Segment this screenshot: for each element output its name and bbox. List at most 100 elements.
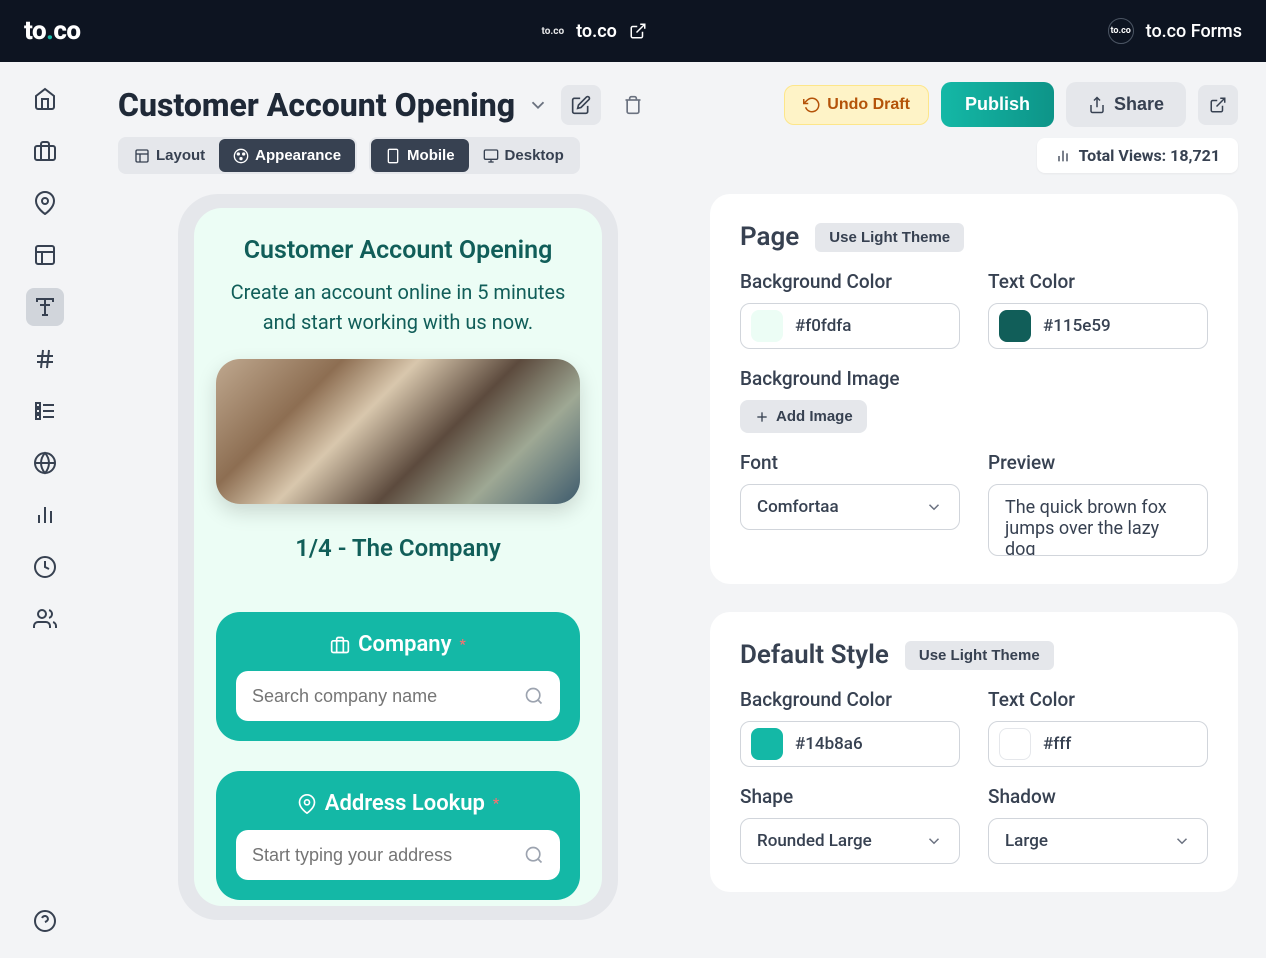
page-panel-title: Page [740,222,799,252]
company-card: Company * [216,612,580,741]
hero-image [216,359,580,504]
font-preview: The quick brown fox jumps over the lazy … [988,484,1208,556]
shadow-label: Shadow [988,785,1208,808]
text-color-value: #115e59 [1043,316,1111,336]
phone-frame: Customer Account Opening Create an accou… [178,194,618,920]
add-image-button[interactable]: Add Image [740,400,867,433]
form-title: Customer Account Opening [216,236,580,265]
company-input-wrap[interactable] [236,671,560,721]
shape-value: Rounded Large [757,831,872,851]
tab-layout-label: Layout [156,147,205,164]
font-label: Font [740,451,960,474]
page-title: Customer Account Opening [118,86,515,124]
style-text-swatch [999,728,1031,760]
chevron-down-icon [925,498,943,516]
address-input-wrap[interactable] [236,830,560,880]
shadow-select[interactable]: Large [988,818,1208,864]
address-input[interactable] [252,845,514,866]
nav-users[interactable] [26,600,64,638]
company-input[interactable] [252,686,514,707]
content: Customer Account Opening Undo Draft Publ… [90,62,1266,958]
required-icon: * [493,796,499,812]
nav-forms[interactable] [26,288,64,326]
total-views: Total Views: 18,721 [1037,138,1238,173]
text-color-input[interactable]: #115e59 [988,303,1208,349]
search-icon [524,845,544,865]
preview-label: Preview [988,451,1208,474]
style-text-value: #fff [1043,734,1071,754]
shadow-value: Large [1005,831,1048,851]
bg-swatch [751,310,783,342]
app-name: to.co Forms [1146,21,1242,42]
nav-globe[interactable] [26,444,64,482]
device-segment: Mobile Desktop [369,137,580,174]
nav-briefcase[interactable] [26,132,64,170]
tab-layout[interactable]: Layout [120,139,219,172]
share-label: Share [1114,94,1164,115]
delete-button[interactable] [613,85,653,125]
address-label: Address Lookup * [236,791,560,816]
share-button[interactable]: Share [1066,82,1186,127]
shape-select[interactable]: Rounded Large [740,818,960,864]
shape-label: Shape [740,785,960,808]
page-panel: Page Use Light Theme Background Color #f… [710,194,1238,584]
style-panel-title: Default Style [740,640,889,670]
external-link-icon[interactable] [629,22,647,40]
bg-color-value: #f0fdfa [795,316,851,336]
form-subtitle: Create an account online in 5 minutes an… [216,277,580,337]
style-bg-value: #14b8a6 [795,734,863,754]
chevron-down-icon [925,832,943,850]
app-badge: to.co [1108,18,1134,44]
publish-button[interactable]: Publish [941,82,1054,127]
tab-appearance-label: Appearance [255,147,341,164]
style-text-input[interactable]: #fff [988,721,1208,767]
open-external-button[interactable] [1198,85,1238,125]
company-label: Company * [236,632,560,657]
bg-color-input[interactable]: #f0fdfa [740,303,960,349]
company-label-text: Company [358,632,451,657]
edit-button[interactable] [561,85,601,125]
default-style-panel: Default Style Use Light Theme Background… [710,612,1238,892]
nav-location[interactable] [26,184,64,222]
step-title: 1/4 - The Company [216,534,580,562]
style-bg-label: Background Color [740,688,960,711]
view-segment: Layout Appearance [118,137,357,174]
text-swatch [999,310,1031,342]
style-text-label: Text Color [988,688,1208,711]
nav-help[interactable] [26,902,64,940]
font-value: Comfortaa [757,497,839,517]
chevron-down-icon [1173,832,1191,850]
nav-list[interactable] [26,392,64,430]
topbar-center-mini: to.co [541,26,564,37]
topbar-center-label: to.co [576,21,617,42]
undo-draft-label: Undo Draft [827,96,910,114]
tab-mobile[interactable]: Mobile [371,139,469,172]
chevron-down-icon[interactable] [527,94,549,116]
nav-hash[interactable] [26,340,64,378]
nav-analytics[interactable] [26,496,64,534]
style-bg-input[interactable]: #14b8a6 [740,721,960,767]
use-light-theme-button[interactable]: Use Light Theme [815,223,964,252]
nav-layout[interactable] [26,236,64,274]
logo-text2: co [53,16,80,46]
tab-desktop[interactable]: Desktop [469,139,578,172]
use-light-theme-button-2[interactable]: Use Light Theme [905,641,1054,670]
header-row: Customer Account Opening Undo Draft Publ… [118,82,1238,127]
bg-image-label: Background Image [740,367,1208,390]
nav-home[interactable] [26,80,64,118]
topbar: to.co to.co to.co to.co to.co Forms [0,0,1266,62]
required-icon: * [460,637,466,653]
nav-history[interactable] [26,548,64,586]
logo-text: to [24,16,46,46]
undo-draft-button[interactable]: Undo Draft [784,85,929,125]
settings-column: Page Use Light Theme Background Color #f… [710,194,1238,920]
toolbar: Layout Appearance Mobile Desktop [118,137,1238,174]
sidebar [0,62,90,958]
tab-appearance[interactable]: Appearance [219,139,355,172]
font-select[interactable]: Comfortaa [740,484,960,530]
tab-desktop-label: Desktop [505,147,564,164]
style-bg-swatch [751,728,783,760]
phone-screen[interactable]: Customer Account Opening Create an accou… [194,208,602,906]
tab-mobile-label: Mobile [407,147,455,164]
logo[interactable]: to.co [24,16,81,46]
